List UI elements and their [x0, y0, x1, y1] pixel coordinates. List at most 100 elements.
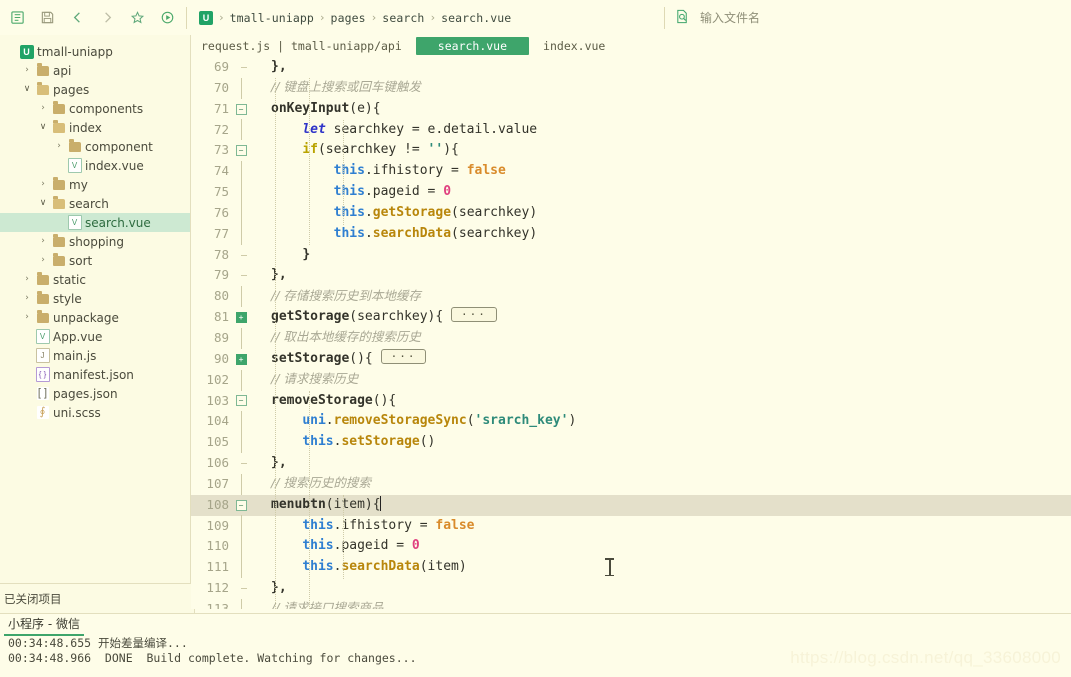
- chevron-right-icon[interactable]: ›: [36, 104, 50, 113]
- code-text[interactable]: }: [249, 245, 1071, 266]
- code-line[interactable]: 104 uni.removeStorageSync('srarch_key'): [191, 411, 1071, 433]
- fold-expand-icon[interactable]: +: [233, 312, 249, 324]
- find-file-group[interactable]: 输入文件名: [675, 9, 760, 27]
- code-text[interactable]: // 请求搜索历史: [249, 369, 1071, 391]
- tree-item-index[interactable]: ∨ index: [0, 118, 190, 137]
- fold-expand-icon[interactable]: +: [233, 353, 249, 365]
- code-text[interactable]: this.ifhistory = false: [249, 516, 1071, 537]
- code-line[interactable]: 110 this.pageid = 0: [191, 536, 1071, 558]
- back-icon[interactable]: [62, 3, 92, 33]
- code-text[interactable]: this.getStorage(searchkey): [249, 203, 1071, 224]
- tree-item-uni-scss[interactable]: ∮ uni.scss: [0, 403, 190, 422]
- code-line[interactable]: 78 }: [191, 245, 1071, 266]
- editor-tab-2[interactable]: index.vue: [533, 37, 615, 55]
- breadcrumb-item-project[interactable]: tmall-uniapp: [230, 11, 314, 25]
- tree-item-index-vue[interactable]: Vindex.vue: [0, 156, 190, 175]
- code-line[interactable]: 89 // 取出本地缓存的搜索历史: [191, 327, 1071, 349]
- code-text[interactable]: // 取出本地缓存的搜索历史: [249, 327, 1071, 349]
- tree-item-manifest-json[interactable]: { } manifest.json: [0, 365, 190, 384]
- code-line[interactable]: 74 this.ifhistory = false: [191, 161, 1071, 183]
- fold-collapse-icon[interactable]: −: [233, 499, 249, 511]
- tree-item-main-js[interactable]: Jmain.js: [0, 346, 190, 365]
- tree-item-search[interactable]: ∨ search: [0, 194, 190, 213]
- panel-toggle-icon[interactable]: [2, 3, 32, 33]
- code-text[interactable]: uni.removeStorageSync('srarch_key'): [249, 411, 1071, 432]
- tree-item-search-vue[interactable]: Vsearch.vue: [0, 213, 190, 232]
- breadcrumb-item-file[interactable]: search.vue: [441, 11, 511, 25]
- editor-tab-1[interactable]: search.vue: [415, 37, 530, 55]
- find-file-input[interactable]: 输入文件名: [700, 9, 760, 26]
- chevron-right-icon[interactable]: ›: [20, 313, 34, 322]
- editor-tab-0[interactable]: request.js | tmall-uniapp/api: [191, 37, 412, 55]
- chevron-right-icon[interactable]: ›: [20, 275, 34, 284]
- code-line[interactable]: 112},: [191, 578, 1071, 599]
- tree-item-app-vue[interactable]: V App.vue: [0, 327, 190, 346]
- run-icon[interactable]: [152, 3, 182, 33]
- chevron-right-icon[interactable]: ›: [20, 66, 34, 75]
- editor-tabbar[interactable]: request.js | tmall-uniapp/api search.vue i…: [191, 35, 1071, 57]
- code-text[interactable]: let searchkey = e.detail.value: [249, 120, 1071, 141]
- code-line[interactable]: 77 this.searchData(searchkey): [191, 223, 1071, 245]
- fold-placeholder[interactable]: ···: [380, 348, 427, 364]
- tree-item-pages[interactable]: ∨ pages: [0, 80, 190, 99]
- closed-projects-footer[interactable]: 已关闭项目: [0, 583, 195, 614]
- code-line[interactable]: 106},: [191, 453, 1071, 474]
- chevron-right-icon[interactable]: ›: [36, 237, 50, 246]
- code-line[interactable]: 105 this.setStorage(): [191, 432, 1071, 454]
- tree-item-tmall-uniapp[interactable]: Utmall-uniapp: [0, 42, 190, 61]
- code-line[interactable]: 80 // 存储搜索历史到本地缓存: [191, 286, 1071, 308]
- code-text[interactable]: setStorage(){ ···: [249, 348, 1071, 370]
- code-text[interactable]: this.pageid = 0: [249, 536, 1071, 557]
- code-line[interactable]: 72 let searchkey = e.detail.value: [191, 119, 1071, 141]
- tree-item-api[interactable]: › api: [0, 61, 190, 80]
- tree-item-pages-json[interactable]: [ ] pages.json: [0, 384, 190, 403]
- fold-collapse-icon[interactable]: −: [233, 103, 249, 115]
- code-line[interactable]: 107 // 搜索历史的搜索: [191, 473, 1071, 495]
- save-icon[interactable]: [32, 3, 62, 33]
- tree-item-static[interactable]: › static: [0, 270, 190, 289]
- code-editor[interactable]: 69}, 70// 键盘上搜索或回车键触发 71− onKeyInput(e){72 …: [191, 57, 1071, 609]
- tree-item-my[interactable]: › my: [0, 175, 190, 194]
- code-text[interactable]: // 存储搜索历史到本地缓存: [249, 286, 1071, 308]
- code-text[interactable]: this.searchData(item): [249, 557, 1071, 578]
- code-line[interactable]: 111 this.searchData(item): [191, 557, 1071, 579]
- chevron-down-icon[interactable]: ∨: [36, 123, 50, 132]
- code-line[interactable]: 102 // 请求搜索历史: [191, 369, 1071, 391]
- project-sidebar[interactable]: Utmall-uniapp › api ∨ pages › components ∨ index…: [0, 35, 191, 583]
- code-text[interactable]: },: [249, 57, 1071, 78]
- code-line[interactable]: 109 this.ifhistory = false: [191, 515, 1071, 537]
- chevron-right-icon[interactable]: ›: [36, 180, 50, 189]
- code-line[interactable]: 69},: [191, 57, 1071, 78]
- breadcrumb-item-pages[interactable]: pages: [331, 11, 366, 25]
- code-line[interactable]: 103− removeStorage(){: [191, 391, 1071, 412]
- file-tree[interactable]: Utmall-uniapp › api ∨ pages › components ∨ index…: [0, 35, 190, 422]
- code-text[interactable]: this.searchData(searchkey): [249, 224, 1071, 245]
- code-line[interactable]: 113 // 请求接口搜索商品: [191, 598, 1071, 609]
- code-text[interactable]: getStorage(searchkey){ ···: [249, 307, 1071, 328]
- fold-collapse-icon[interactable]: −: [233, 395, 249, 407]
- bookmark-star-icon[interactable]: [122, 3, 152, 33]
- code-line[interactable]: 75 this.pageid = 0: [191, 181, 1071, 203]
- code-line[interactable]: 108− menubtn(item){: [191, 494, 1071, 516]
- code-text[interactable]: onKeyInput(e){: [249, 99, 1071, 120]
- code-text[interactable]: if(searchkey != ''){: [249, 140, 1071, 161]
- code-line[interactable]: 71− onKeyInput(e){: [191, 99, 1071, 120]
- code-line[interactable]: 81 + getStorage(searchkey){ ···: [191, 307, 1071, 328]
- breadcrumb-item-search[interactable]: search: [382, 11, 424, 25]
- code-text[interactable]: },: [249, 578, 1071, 599]
- code-text[interactable]: // 键盘上搜索或回车键触发: [249, 77, 1071, 99]
- code-line[interactable]: 90 + setStorage(){ ···: [191, 348, 1071, 370]
- chevron-right-icon[interactable]: ›: [36, 256, 50, 265]
- tree-item-component[interactable]: › component: [0, 137, 190, 156]
- code-text[interactable]: menubtn(item){: [249, 495, 1071, 516]
- code-text[interactable]: },: [249, 265, 1071, 286]
- fold-placeholder[interactable]: ···: [451, 307, 497, 323]
- code-text[interactable]: },: [249, 453, 1071, 474]
- code-text[interactable]: removeStorage(){: [249, 391, 1071, 412]
- console-tabbar[interactable]: 小程序 - 微信: [0, 614, 1071, 636]
- code-text[interactable]: this.pageid = 0: [249, 182, 1071, 203]
- code-text[interactable]: this.ifhistory = false: [249, 161, 1071, 182]
- code-line[interactable]: 79},: [191, 265, 1071, 286]
- tree-item-sort[interactable]: › sort: [0, 251, 190, 270]
- code-text[interactable]: // 请求接口搜索商品: [249, 598, 1071, 609]
